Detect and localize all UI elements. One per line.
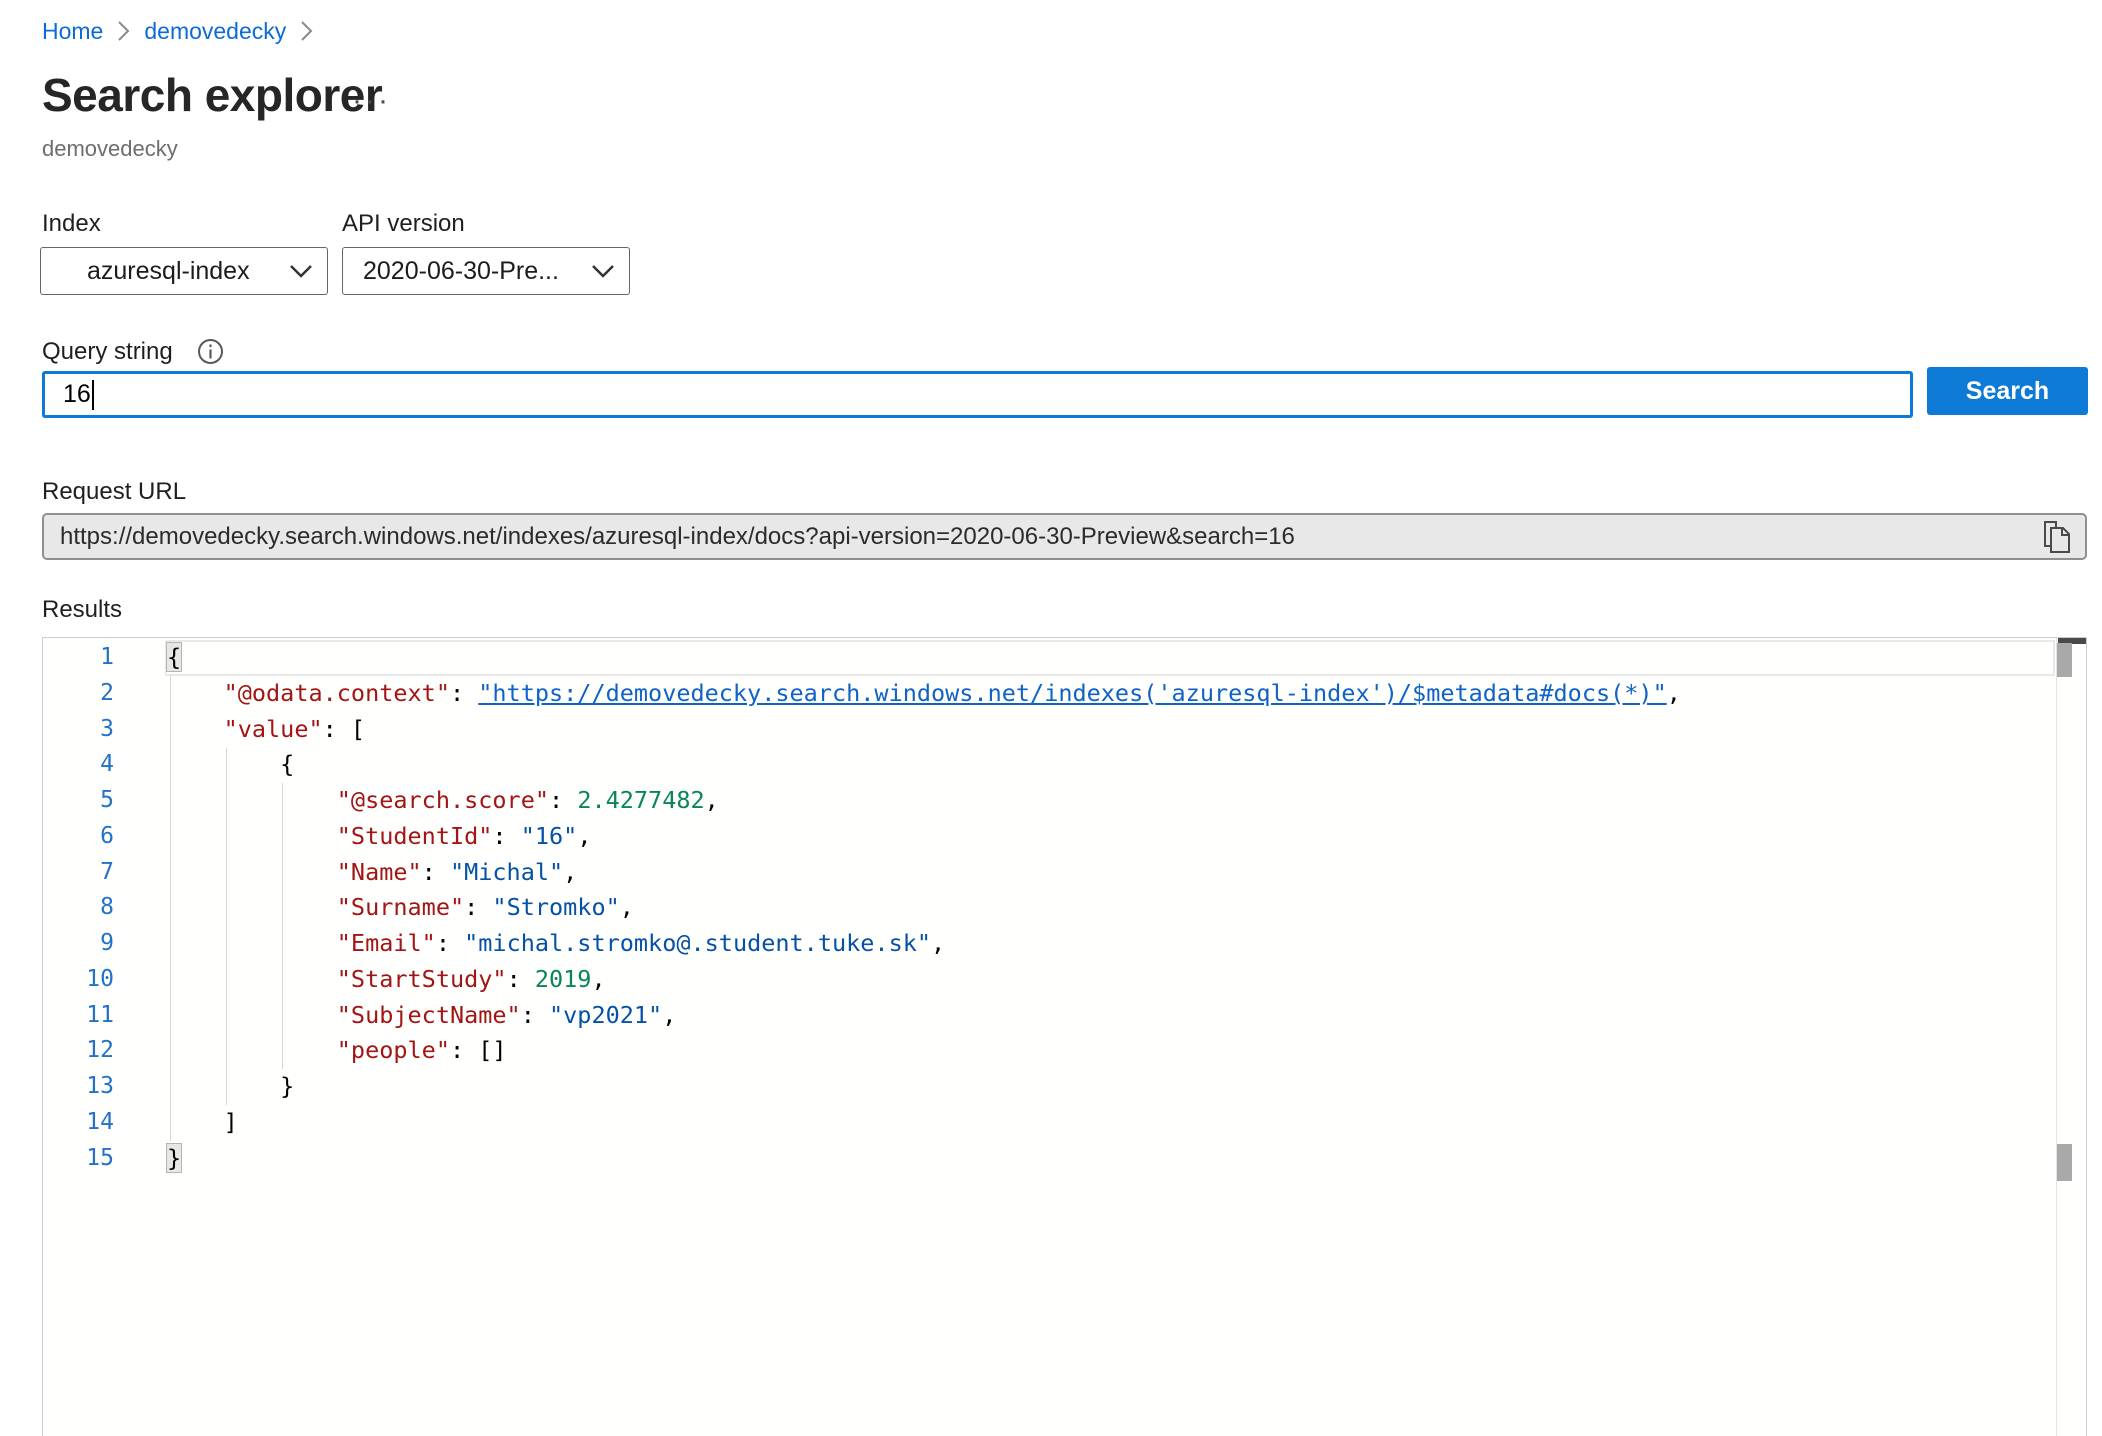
chevron-right-icon: [300, 20, 313, 42]
page-subtitle: demovedecky: [42, 136, 178, 162]
line-number: 3: [43, 712, 114, 748]
code-line: 15}: [43, 1141, 2057, 1177]
code-line: 5 "@search.score": 2.4277482,: [43, 783, 2057, 819]
line-number: 9: [43, 926, 114, 962]
code-line: 11 "SubjectName": "vp2021",: [43, 998, 2057, 1034]
line-number: 4: [43, 747, 114, 783]
line-number: 13: [43, 1069, 114, 1105]
line-number: 6: [43, 819, 114, 855]
copy-icon[interactable]: [2041, 520, 2071, 554]
chevron-down-icon: [591, 264, 615, 278]
query-string-value: 16: [63, 380, 91, 409]
page-vertical-scrollbar-thumb[interactable]: [2057, 1144, 2072, 1181]
code-line: 9 "Email": "michal.stromko@.student.tuke…: [43, 926, 2057, 962]
line-number: 8: [43, 890, 114, 926]
line-number: 1: [43, 640, 114, 676]
query-string-input[interactable]: 16: [42, 371, 1913, 418]
index-dropdown-value: azuresql-index: [87, 257, 289, 286]
code-line: 12 "people": []: [43, 1033, 2057, 1069]
line-number: 11: [43, 998, 114, 1034]
api-version-label: API version: [342, 210, 465, 238]
odata-context-link[interactable]: "https://demovedecky.search.windows.net/…: [478, 679, 1666, 707]
code-line: 6 "StudentId": "16",: [43, 819, 2057, 855]
line-number: 10: [43, 962, 114, 998]
breadcrumb: Home demovedecky: [42, 16, 313, 46]
request-url-field: https://demovedecky.search.windows.net/i…: [42, 513, 2087, 560]
search-button[interactable]: Search: [1927, 367, 2088, 415]
code-line: 1{: [43, 640, 2057, 676]
code-line: 7 "Name": "Michal",: [43, 855, 2057, 891]
line-number: 7: [43, 855, 114, 891]
chevron-down-icon: [289, 264, 313, 278]
code-line: 14 ]: [43, 1105, 2057, 1141]
editor-vertical-scrollbar-thumb[interactable]: [2057, 643, 2072, 677]
request-url-value: https://demovedecky.search.windows.net/i…: [60, 523, 2041, 551]
code-lines: 1{2 "@odata.context": "https://demovedec…: [43, 640, 2057, 1176]
line-number: 12: [43, 1033, 114, 1069]
scrollbar-track-border: [2056, 638, 2057, 1436]
text-caret: [92, 380, 94, 410]
page-title: Search explorer: [42, 68, 382, 122]
info-icon[interactable]: [197, 338, 224, 370]
breadcrumb-home-link[interactable]: Home: [42, 18, 103, 45]
index-dropdown[interactable]: azuresql-index: [40, 247, 328, 295]
code-line: 3 "value": [: [43, 712, 2057, 748]
line-number: 2: [43, 676, 114, 712]
api-version-dropdown[interactable]: 2020-06-30-Pre...: [342, 247, 630, 295]
line-number: 5: [43, 783, 114, 819]
results-code-editor[interactable]: 1{2 "@odata.context": "https://demovedec…: [42, 637, 2087, 1436]
code-line: 13 }: [43, 1069, 2057, 1105]
line-number: 14: [43, 1105, 114, 1141]
line-number: 15: [43, 1141, 114, 1177]
results-label: Results: [42, 596, 122, 624]
request-url-label: Request URL: [42, 478, 186, 506]
query-string-label: Query string: [42, 338, 173, 366]
more-menu-button[interactable]: ···: [352, 84, 391, 118]
code-line: 2 "@odata.context": "https://demovedecky…: [43, 676, 2057, 712]
chevron-right-icon: [117, 20, 130, 42]
code-line: 4 {: [43, 747, 2057, 783]
search-explorer-page: Home demovedecky Search explorer ··· dem…: [0, 0, 2102, 1436]
code-line: 8 "Surname": "Stromko",: [43, 890, 2057, 926]
index-label: Index: [42, 210, 101, 238]
breadcrumb-demovedecky-link[interactable]: demovedecky: [144, 18, 286, 45]
code-line: 10 "StartStudy": 2019,: [43, 962, 2057, 998]
api-version-dropdown-value: 2020-06-30-Pre...: [363, 257, 591, 286]
